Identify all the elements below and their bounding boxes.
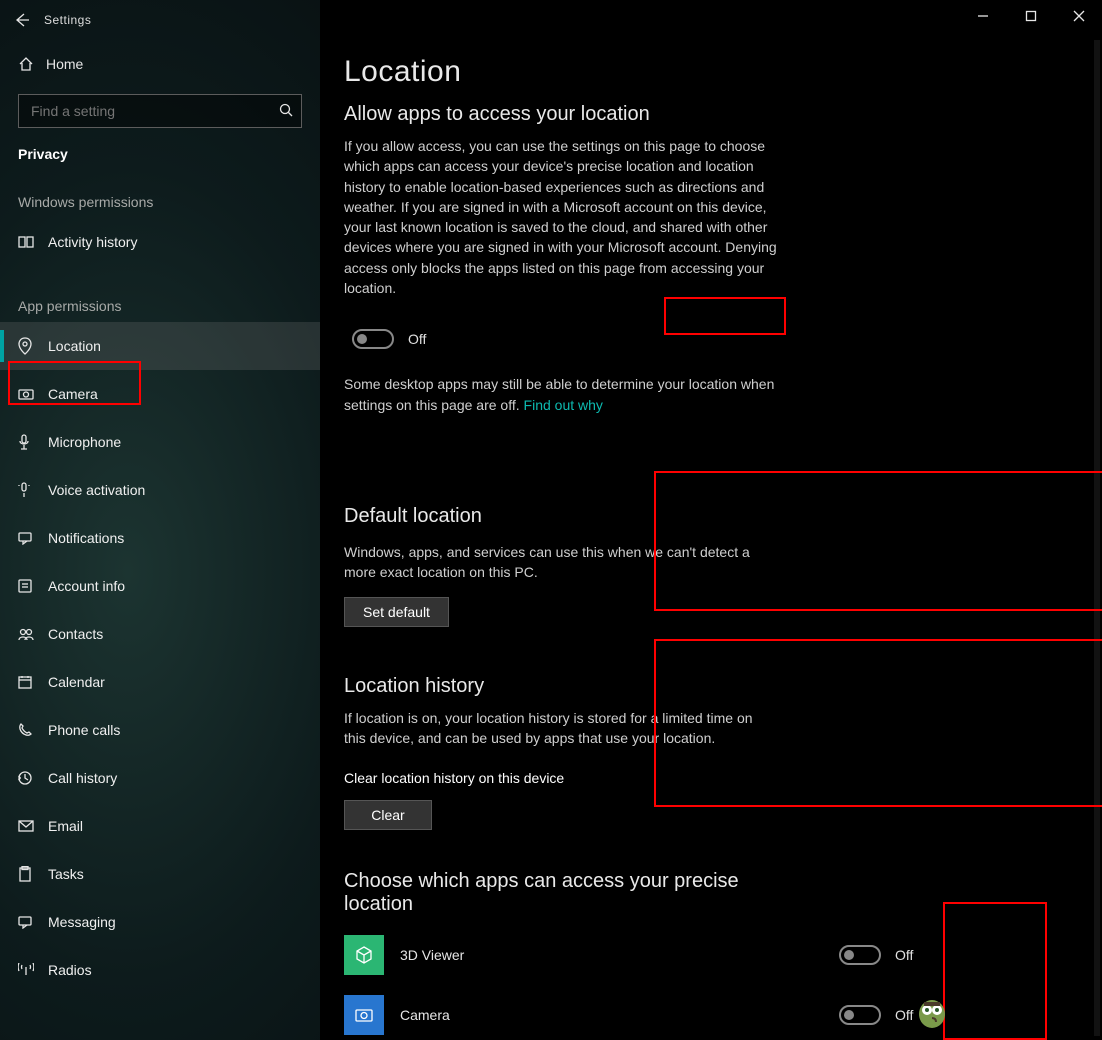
sidebar-item-label: Account info [48,578,125,594]
set-default-button[interactable]: Set default [344,597,449,627]
email-icon [18,820,48,832]
page-title: Location [344,55,1102,89]
group-app-permissions: App permissions [0,288,320,322]
sidebar-item-account-info[interactable]: Account info [0,562,320,610]
allow-toggle-state: Off [408,331,426,347]
allow-note: Some desktop apps may still be able to d… [344,374,777,415]
voice-activation-icon [18,482,48,498]
sidebar-item-calendar[interactable]: Calendar [0,658,320,706]
back-button[interactable] [0,0,44,40]
sidebar-item-microphone[interactable]: Microphone [0,418,320,466]
location-history-body: If location is on, your location history… [344,708,777,749]
sidebar-item-voice-activation[interactable]: Voice activation [0,466,320,514]
find-out-why-link[interactable]: Find out why [524,397,603,413]
maximize-button[interactable] [1016,4,1046,28]
microphone-icon [18,434,48,450]
minimize-button[interactable] [968,4,998,28]
choose-apps-heading: Choose which apps can access your precis… [344,870,744,916]
sidebar-item-label: Activity history [48,234,137,250]
location-icon [18,337,48,355]
window-controls [968,4,1094,28]
sidebar-item-label: Contacts [48,626,103,642]
camera-icon [18,388,48,400]
sidebar-item-label: Location [48,338,101,354]
sidebar-item-location[interactable]: Location [0,322,320,370]
app-toggle-state: Off [895,947,913,963]
sidebar-item-label: Call history [48,770,117,786]
assistant-avatar [912,988,952,1032]
contacts-icon [18,627,48,641]
sidebar-item-tasks[interactable]: Tasks [0,850,320,898]
account-info-icon [18,579,48,593]
location-history-heading: Location history [344,675,789,698]
sidebar-item-radios[interactable]: Radios [0,946,320,994]
app-toggle-3d-viewer[interactable] [839,945,881,965]
search-icon [279,103,293,120]
default-location-heading: Default location [344,505,789,528]
sidebar: Settings Home Privacy Windows permission… [0,0,320,1040]
sidebar-home-label: Home [46,56,83,72]
sidebar-item-label: Voice activation [48,482,145,498]
sidebar-item-phone-calls[interactable]: Phone calls [0,706,320,754]
search-input[interactable] [31,103,279,119]
sidebar-item-label: Phone calls [48,722,120,738]
sidebar-item-label: Tasks [48,866,84,882]
camera-app-icon [344,995,384,1035]
sidebar-item-label: Messaging [48,914,116,930]
calendar-icon [18,675,48,689]
app-label: Camera [400,1007,824,1023]
notifications-icon [18,531,48,545]
sidebar-item-camera[interactable]: Camera [0,370,320,418]
app-row-camera: Camera Off [344,988,924,1040]
sidebar-item-call-history[interactable]: Call history [0,754,320,802]
sidebar-item-label: Camera [48,386,98,402]
main-panel: Location Allow apps to access your locat… [320,0,1102,1040]
sidebar-home[interactable]: Home [0,44,320,84]
allow-toggle-row: Off [344,320,464,358]
search-bar[interactable] [18,94,302,128]
3d-viewer-icon [344,935,384,975]
app-toggle-state: Off [895,1007,913,1023]
sidebar-item-activity-history[interactable]: Activity history [0,218,320,266]
sidebar-item-messaging[interactable]: Messaging [0,898,320,946]
sidebar-item-contacts[interactable]: Contacts [0,610,320,658]
close-button[interactable] [1064,4,1094,28]
sidebar-item-label: Calendar [48,674,105,690]
app-row-3d-viewer: 3D Viewer Off [344,928,924,982]
highlight-allow-toggle [664,297,786,335]
phone-calls-icon [18,723,48,737]
sidebar-item-notifications[interactable]: Notifications [0,514,320,562]
breadcrumb: Privacy [0,142,320,184]
sidebar-item-email[interactable]: Email [0,802,320,850]
allow-body: If you allow access, you can use the set… [344,136,777,298]
group-windows-permissions: Windows permissions [0,184,320,218]
sidebar-item-label: Radios [48,962,92,978]
app-label: 3D Viewer [400,947,824,963]
sidebar-item-label: Microphone [48,434,121,450]
scrollbar[interactable] [1094,40,1100,1036]
sidebar-item-label: Email [48,818,83,834]
clear-history-label: Clear location history on this device [344,768,777,788]
app-toggle-camera[interactable] [839,1005,881,1025]
messaging-icon [18,915,48,929]
activity-history-icon [18,236,48,248]
radios-icon [18,963,48,977]
tasks-icon [18,866,48,882]
default-location-body: Windows, apps, and services can use this… [344,542,777,583]
sidebar-item-label: Notifications [48,530,124,546]
home-icon [18,56,46,72]
window-title: Settings [44,13,91,27]
call-history-icon [18,771,48,785]
allow-heading: Allow apps to access your location [344,103,1102,126]
allow-access-toggle[interactable] [352,329,394,349]
clear-history-button[interactable]: Clear [344,800,432,830]
